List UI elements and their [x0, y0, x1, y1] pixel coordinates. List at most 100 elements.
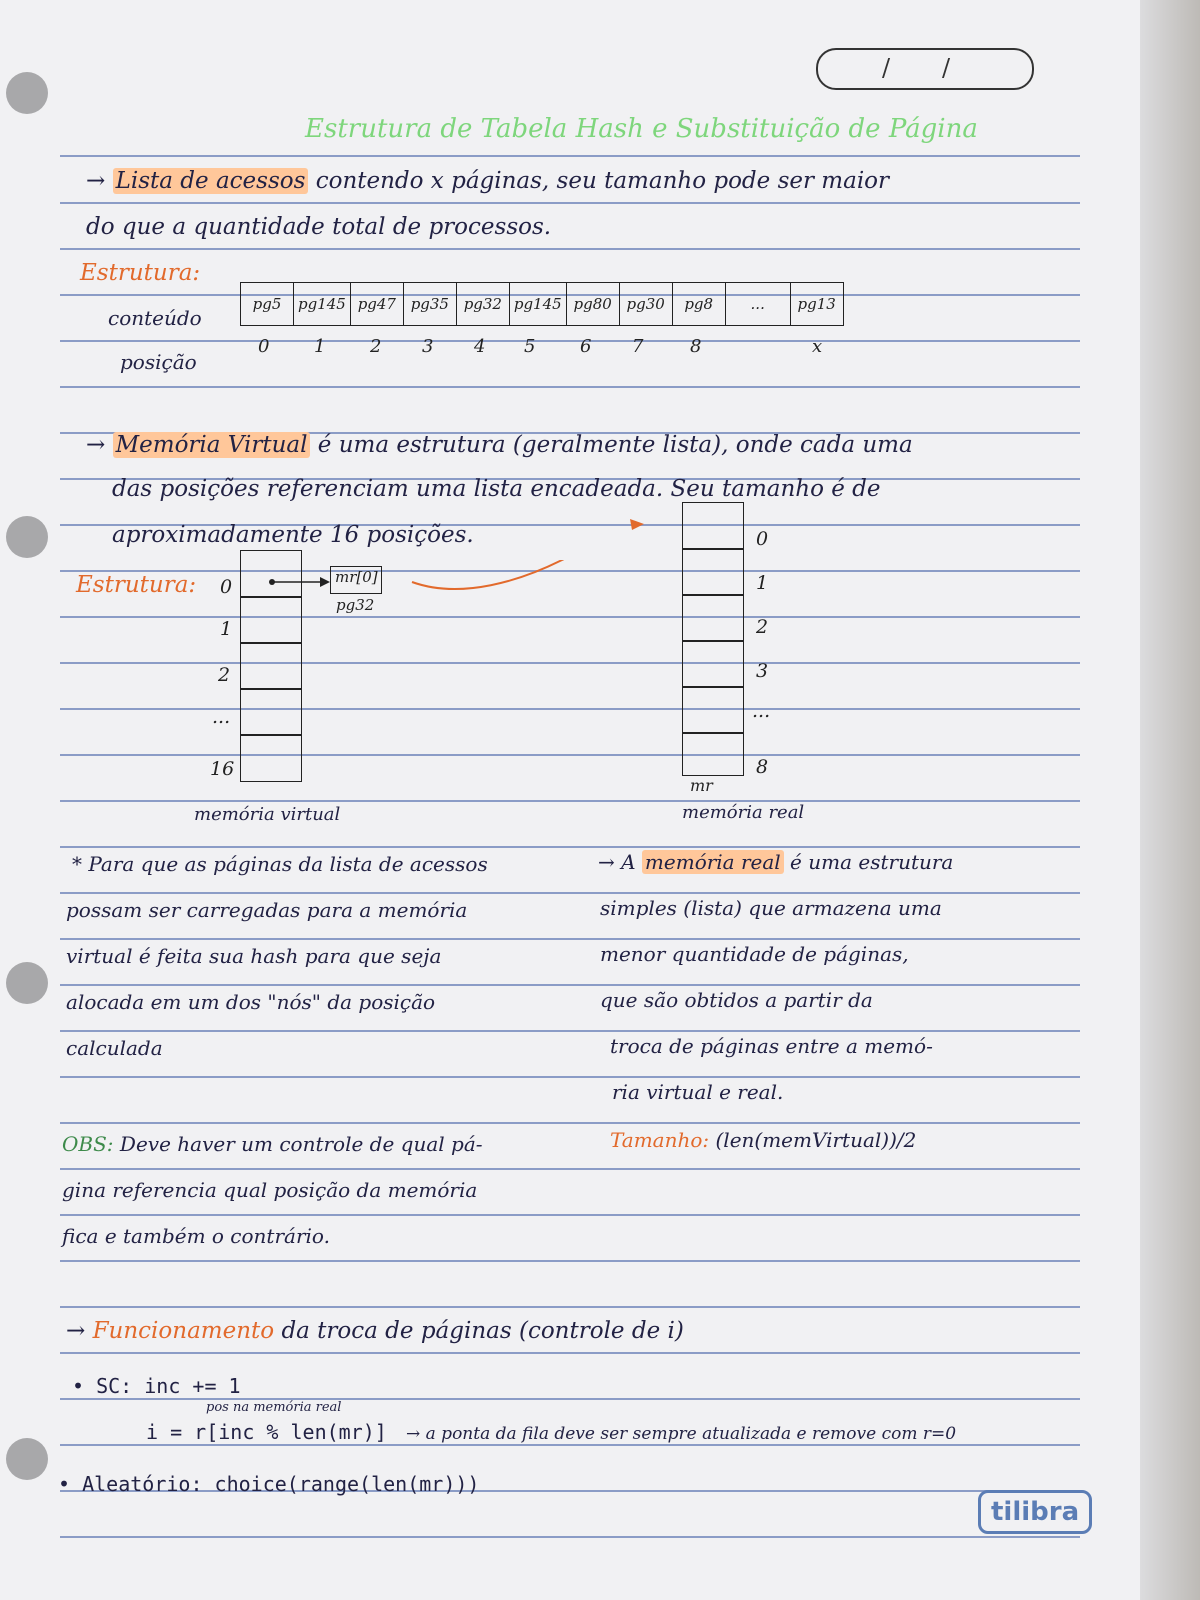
- ruled-line: [60, 662, 1080, 664]
- list-node-label: mr[0]: [335, 568, 378, 586]
- table-cell: pg13: [789, 282, 844, 326]
- obs-line1-text: Deve haver um controle de qual pá-: [119, 1132, 483, 1156]
- table-cell: pg145: [293, 282, 351, 326]
- section2-line1-text: é uma estrutura (geralmente lista), onde…: [317, 432, 913, 458]
- ruled-line: [60, 1306, 1080, 1308]
- ruled-line: [60, 1352, 1080, 1354]
- virtual-index: 2: [218, 664, 231, 686]
- ruled-line: [60, 340, 1080, 342]
- sc-line: • SC: inc += 1: [72, 1374, 241, 1398]
- position-index: x: [812, 336, 823, 357]
- position-index: 4: [474, 336, 486, 357]
- table-cell: pg8: [671, 282, 726, 326]
- note-left-line: virtual é feita sua hash para que seja: [66, 944, 442, 968]
- ruled-line: [60, 1260, 1080, 1262]
- section1-line1-text: contendo x páginas, seu tamanho pode ser…: [315, 168, 890, 194]
- ruled-line: [60, 846, 1080, 848]
- real-memory-cell: [682, 594, 744, 642]
- note-right-line: simples (lista) que armazena uma: [600, 896, 942, 920]
- ruled-line: [60, 984, 1080, 986]
- structure-label-2: Estrutura:: [76, 572, 197, 598]
- ruled-line: [60, 892, 1080, 894]
- content-label: conteúdo: [108, 306, 202, 330]
- ruled-line: [60, 155, 1080, 157]
- virtual-memory-caption: memória virtual: [194, 804, 341, 825]
- ruled-line: [60, 1168, 1080, 1170]
- virtual-memory-cell: [240, 688, 302, 736]
- section3-heading: → Funcionamento da troca de páginas (con…: [66, 1318, 684, 1344]
- note-right-line1: → A memória real é uma estrutura: [598, 850, 953, 874]
- size-value: (len(memVirtual))/2: [715, 1128, 917, 1152]
- ruled-line: [60, 754, 1080, 756]
- note-left-line: possam ser carregadas para a memória: [66, 898, 468, 922]
- size-line: Tamanho: (len(memVirtual))/2: [610, 1128, 916, 1152]
- note-right-prefix: → A: [598, 850, 636, 874]
- date-box: / /: [816, 48, 1034, 90]
- ruled-line: [60, 248, 1080, 250]
- desk-background: [1140, 0, 1200, 1600]
- highlight-memoria-real: memória real: [641, 850, 784, 874]
- note-right-line1-text: é uma estrutura: [790, 850, 954, 874]
- note-left-line: * Para que as páginas da lista de acesso…: [72, 852, 488, 876]
- real-caption-top: mr: [690, 776, 713, 795]
- real-memory-cell: [682, 732, 744, 776]
- date-separator: /: [942, 54, 951, 82]
- real-index: 1: [756, 572, 769, 594]
- date-separator: /: [882, 54, 891, 82]
- table-cell: pg145: [508, 282, 567, 326]
- arrow-icon: →: [86, 432, 106, 458]
- notebook-page: / / Estrutura de Tabela Hash e Substitui…: [0, 0, 1140, 1600]
- obs-label: OBS:: [62, 1132, 114, 1156]
- formula-note: → a ponta da fila deve ser sempre atuali…: [406, 1424, 957, 1444]
- pointer-arrowhead: [320, 577, 330, 587]
- note-left-line: alocada em um dos "nós" da posição: [66, 990, 436, 1014]
- highlight-memoria-virtual: Memória Virtual: [112, 432, 311, 458]
- position-index: 2: [370, 336, 382, 357]
- table-cell: pg5: [240, 282, 294, 326]
- ruled-line: [60, 1536, 1080, 1538]
- position-index: 7: [632, 336, 644, 357]
- obs-line1: OBS: Deve haver um controle de qual pá-: [62, 1132, 483, 1156]
- section1-line1: → Lista de acessos contendo x páginas, s…: [86, 168, 889, 194]
- virtual-memory-cell: [240, 642, 302, 690]
- punch-hole: [6, 962, 48, 1004]
- real-memory-cell: [682, 548, 744, 596]
- section1-line2: do que a quantidade total de processos.: [86, 214, 552, 240]
- position-index: 1: [314, 336, 326, 357]
- pointer-arrows: [269, 560, 565, 590]
- real-index: ...: [752, 700, 771, 722]
- table-cell: pg32: [455, 282, 510, 326]
- access-list-table: pg5 pg145 pg47 pg35 pg32 pg145 pg80 pg30…: [240, 282, 844, 326]
- real-memory-caption: memória real: [682, 802, 805, 823]
- position-label: posição: [120, 350, 197, 374]
- real-memory-cell: [682, 686, 744, 734]
- arrow-icon: →: [86, 168, 106, 194]
- virtual-index: 16: [210, 758, 235, 780]
- real-memory-cell: [682, 502, 744, 550]
- ruled-line: [60, 386, 1080, 388]
- table-cell: pg47: [349, 282, 404, 326]
- real-index: 3: [756, 660, 769, 682]
- note-left-line: calculada: [66, 1036, 163, 1060]
- table-cell: pg80: [565, 282, 620, 326]
- size-label: Tamanho:: [610, 1128, 710, 1152]
- obs-line2: gina referencia qual posição da memória: [62, 1178, 478, 1202]
- section3-heading-text: da troca de páginas (controle de i): [281, 1318, 684, 1344]
- mapping-arrowhead: [630, 519, 644, 530]
- virtual-index: 1: [220, 618, 233, 640]
- list-node-sub: pg32: [336, 596, 375, 614]
- ruled-line: [60, 1076, 1080, 1078]
- formula: i = r[inc % len(mr)]: [146, 1420, 387, 1444]
- position-index: 6: [580, 336, 592, 357]
- ruled-line: [60, 800, 1080, 802]
- table-cell: pg30: [618, 282, 673, 326]
- real-memory-cell: [682, 640, 744, 688]
- note-right-line: que são obtidos a partir da: [600, 988, 873, 1012]
- note-right-line: menor quantidade de páginas,: [600, 942, 909, 966]
- heading-funcionamento: Funcionamento: [92, 1318, 275, 1344]
- real-index: 8: [756, 756, 769, 778]
- obs-line3: fica e também o contrário.: [62, 1224, 330, 1248]
- real-index: 2: [756, 616, 769, 638]
- position-index: 3: [422, 336, 434, 357]
- virtual-memory-cell: [240, 734, 302, 782]
